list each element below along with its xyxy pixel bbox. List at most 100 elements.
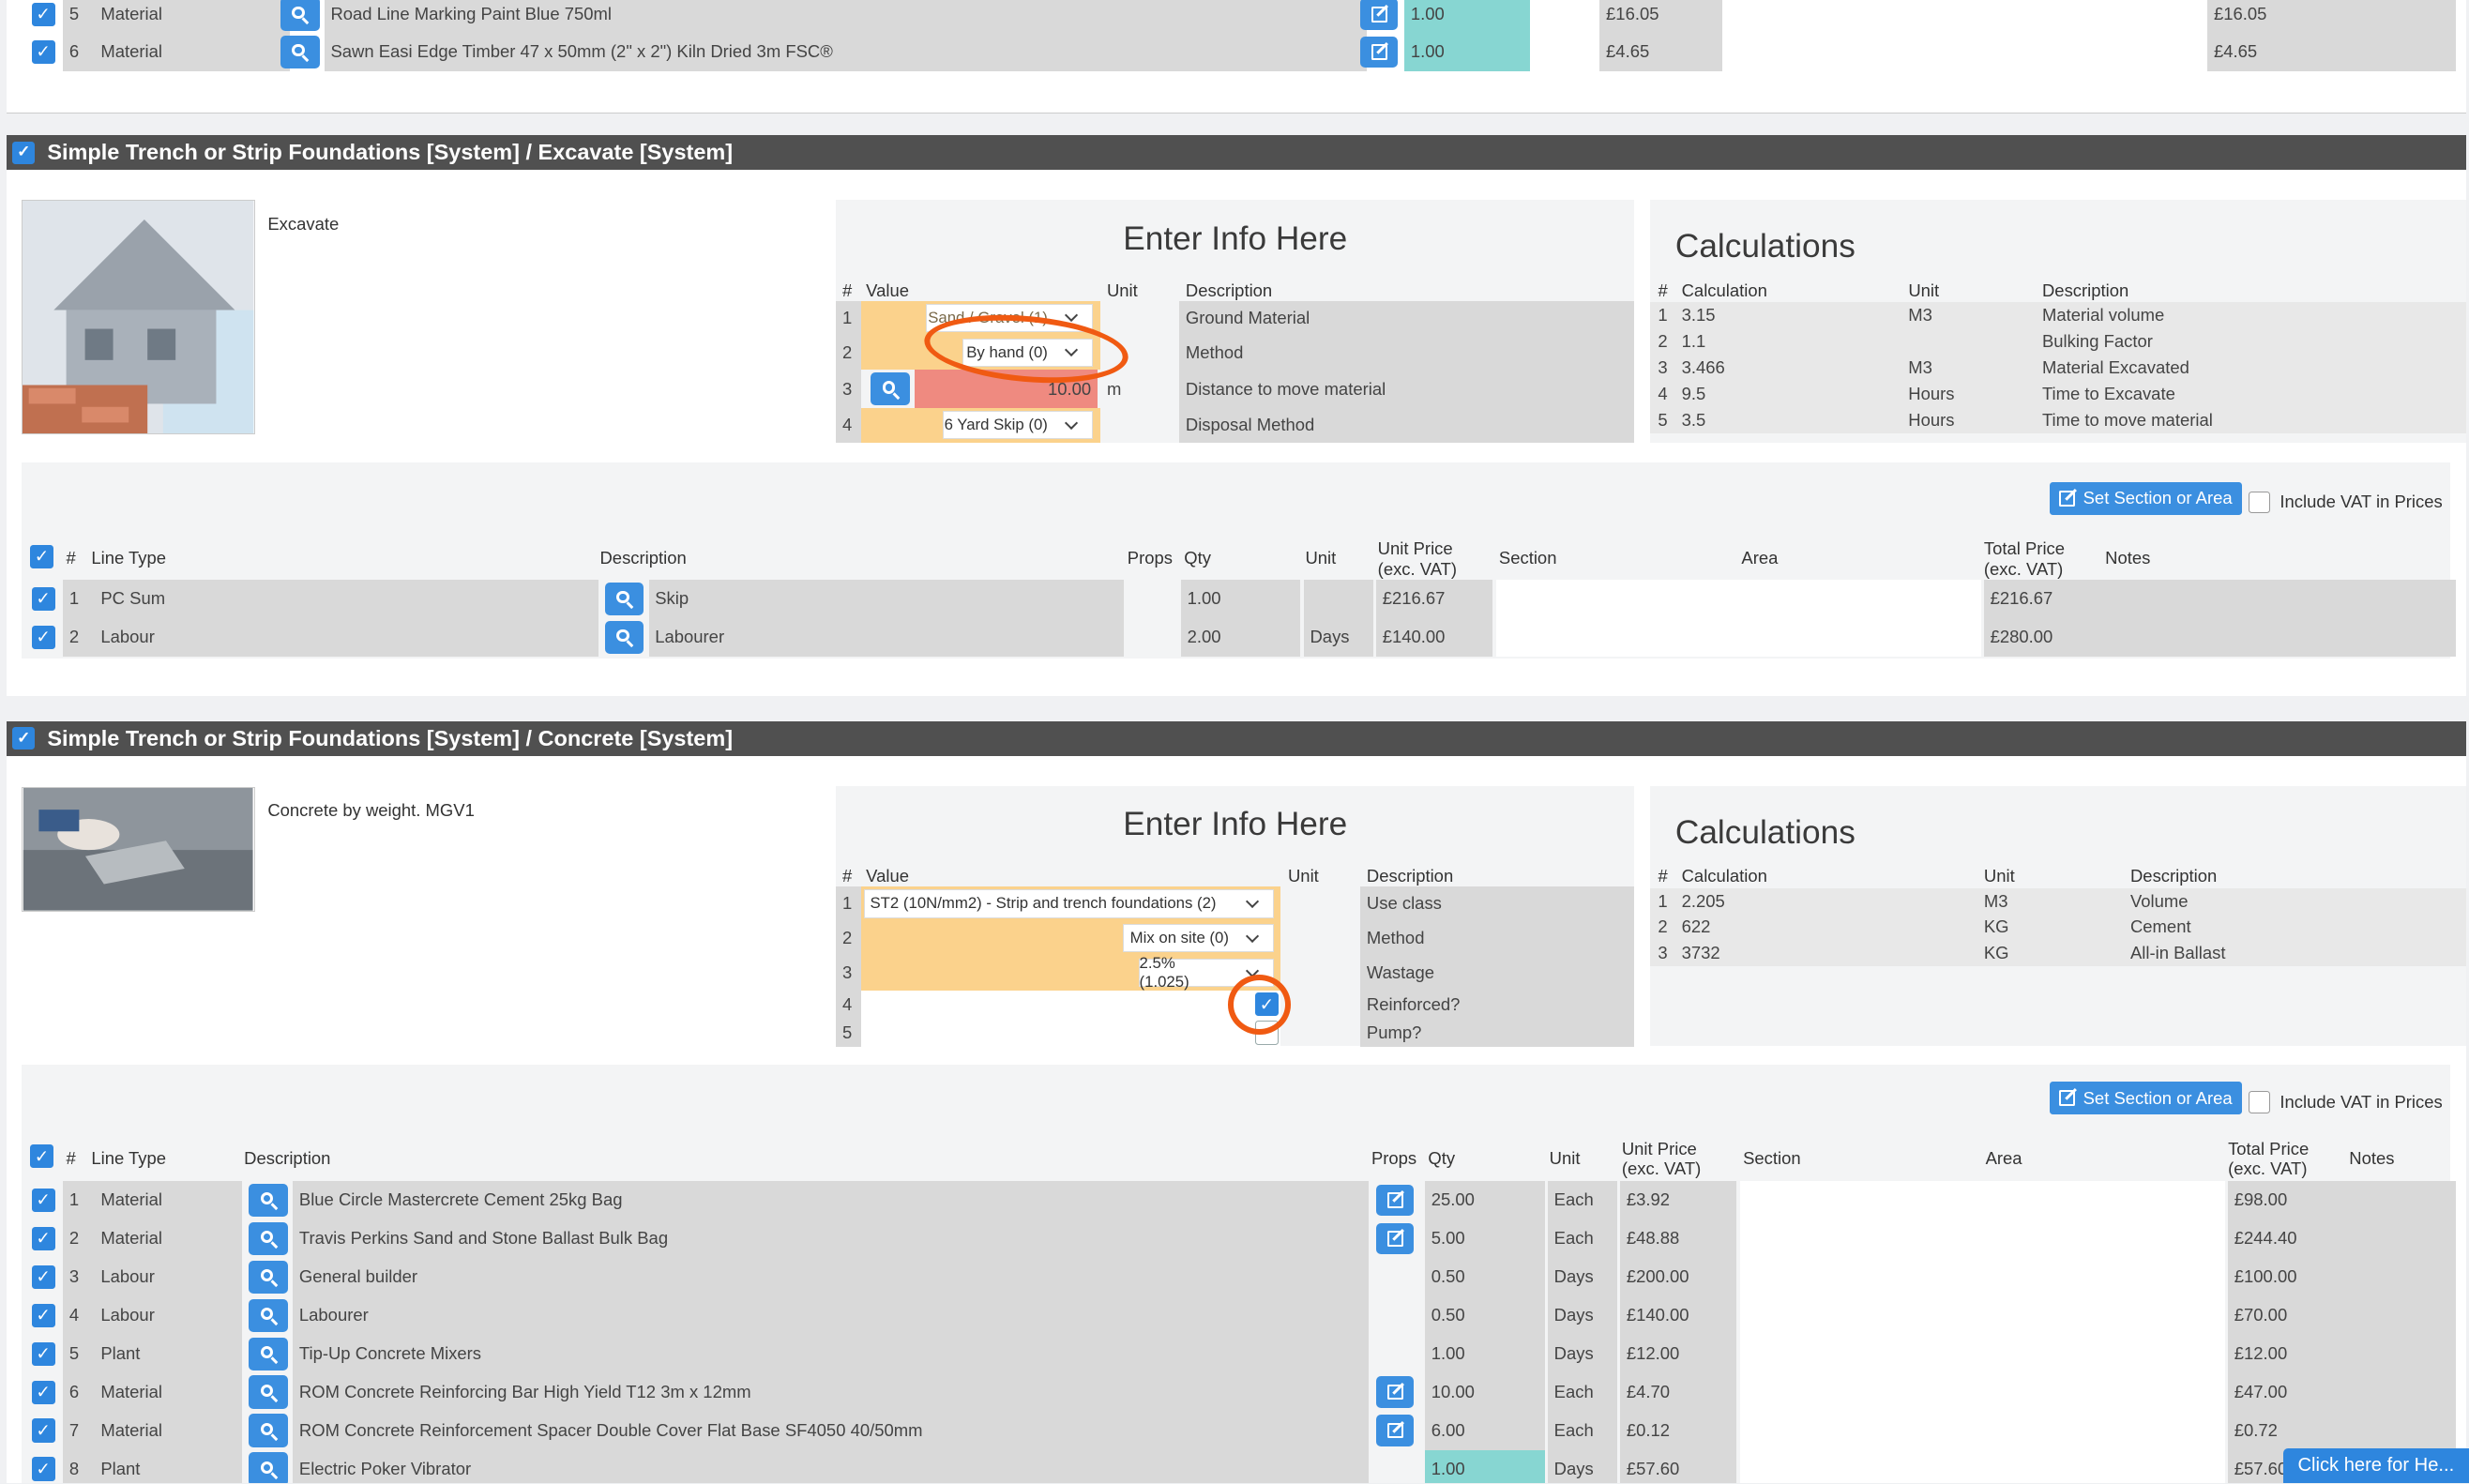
checkbox-icon[interactable]: ✓ — [31, 1264, 55, 1289]
checkbox-icon[interactable]: ✓ — [31, 586, 55, 611]
section-field[interactable] — [1739, 1295, 2225, 1335]
section-field[interactable] — [1739, 1219, 2225, 1258]
search-icon[interactable] — [604, 620, 644, 654]
line-description: Skip — [655, 588, 689, 609]
set-section-button[interactable]: Set Section or Area — [2050, 481, 2242, 515]
info-unit: m — [1106, 378, 1122, 399]
edit-icon[interactable] — [1375, 1415, 1415, 1446]
qty-field[interactable]: 0.50 — [1425, 1257, 1545, 1296]
search-icon[interactable] — [280, 35, 320, 68]
qty-field[interactable]: 1.00 — [1404, 33, 1531, 71]
unit-price: £57.60 — [1626, 1459, 1680, 1478]
checkbox-icon[interactable]: ✓ — [31, 1457, 55, 1481]
checkbox-icon[interactable]: ✓ — [31, 1303, 55, 1327]
disposal-select[interactable]: 6 Yard Skip (0) — [943, 411, 1093, 440]
unit-price: £200.00 — [1626, 1266, 1689, 1287]
edit-icon[interactable] — [1375, 1184, 1415, 1217]
checkbox-icon[interactable]: ✓ — [31, 625, 55, 649]
checkbox-icon[interactable] — [2248, 1091, 2271, 1113]
section-field[interactable] — [1739, 1372, 2225, 1412]
section-header[interactable]: ✓ Simple Trench or Strip Foundations [Sy… — [6, 720, 2466, 756]
search-icon[interactable] — [249, 1221, 289, 1255]
include-vat-toggle[interactable]: Include VAT in Prices — [2248, 1091, 2443, 1113]
line-description: ROM Concrete Reinforcement Spacer Double… — [298, 1420, 923, 1441]
section-field[interactable] — [1739, 1257, 2225, 1296]
search-icon[interactable] — [280, 0, 320, 31]
checkbox-icon[interactable]: ✓ — [31, 1188, 55, 1212]
edit-icon[interactable] — [1360, 36, 1399, 68]
qty-field[interactable]: 25.00 — [1425, 1180, 1545, 1219]
section-field[interactable] — [1495, 579, 1981, 618]
table-row: ✓ 6 Material Sawn Easi Edge Timber 47 x 5… — [25, 33, 2457, 71]
enter-info-panel: Enter Info Here # Value Unit Description… — [836, 785, 1635, 1048]
section-field[interactable] — [1495, 617, 1981, 657]
unit-price: £3.92 — [1626, 1189, 1671, 1210]
checkbox-icon[interactable] — [2248, 491, 2271, 514]
qty-field[interactable]: 2.00 — [1180, 617, 1301, 657]
edit-icon[interactable] — [1375, 1222, 1415, 1255]
col-header: (exc. VAT) — [1377, 558, 1458, 579]
checkbox-icon[interactable]: ✓ — [31, 1226, 55, 1250]
table-row: ✓ 1 Material Blue Circle Mastercrete Cement… — [25, 1180, 2457, 1219]
table-row: ✓ 2 Labour Labourer 2.00 Days £140.00 £28… — [25, 617, 2457, 657]
info-description: Distance to move material — [1185, 378, 1386, 399]
qty-field[interactable]: 1.00 — [1425, 1449, 1545, 1484]
checkbox-icon[interactable]: ✓ — [12, 727, 35, 750]
col-header: # — [841, 280, 853, 300]
edit-icon[interactable] — [1375, 1376, 1415, 1408]
col-header: Area — [1741, 548, 1779, 568]
help-button[interactable]: Click here for He... — [2282, 1448, 2469, 1484]
method-select[interactable]: Mix on site (0) — [1122, 924, 1274, 953]
search-icon[interactable] — [249, 1337, 289, 1370]
info-description: Pump? — [1366, 1022, 1422, 1043]
table-row: ✓ 1 PC Sum Skip 1.00 £216.67 £216.67 — [25, 579, 2457, 618]
col-header: Description — [2041, 280, 2129, 300]
qty-field[interactable]: 5.00 — [1425, 1219, 1545, 1258]
col-header: Qty — [1184, 548, 1211, 568]
checkbox-icon[interactable]: ✓ — [31, 2, 55, 26]
section-caption: Excavate — [267, 214, 340, 235]
checkbox-icon[interactable]: ✓ — [31, 1380, 55, 1404]
select-all-checkbox[interactable]: ✓ — [29, 1144, 54, 1169]
search-icon[interactable] — [249, 1260, 289, 1294]
col-header: Line Type — [91, 548, 167, 568]
include-vat-toggle[interactable]: Include VAT in Prices — [2248, 491, 2443, 514]
qty-field[interactable]: 10.00 — [1425, 1372, 1545, 1412]
search-icon[interactable] — [871, 371, 911, 406]
table-row: ✓ 6 Material ROM Concrete Reinforcing Bar H… — [25, 1372, 2457, 1412]
select-all-checkbox[interactable]: ✓ — [29, 544, 54, 568]
qty-field[interactable]: 0.50 — [1425, 1295, 1545, 1335]
qty-field[interactable]: 1.00 — [1425, 1334, 1545, 1373]
section-field[interactable] — [1739, 1411, 2225, 1450]
search-icon[interactable] — [249, 1183, 289, 1217]
concrete-photo — [22, 787, 255, 912]
search-icon[interactable] — [249, 1298, 289, 1332]
checkbox-icon[interactable]: ✓ — [31, 1418, 55, 1443]
checkbox-icon[interactable]: ✓ — [31, 39, 55, 64]
line-description: Electric Poker Vibrator — [298, 1459, 472, 1478]
edit-icon[interactable] — [1360, 0, 1399, 30]
col-header: Calculation — [1681, 280, 1767, 300]
qty-field[interactable]: 1.00 — [1180, 579, 1301, 618]
col-header: Section — [1743, 1147, 1801, 1168]
previous-section-panel: ✓ 5 Material Road Line Marking Paint Blue… — [6, 0, 2466, 114]
checkbox-icon[interactable]: ✓ — [12, 142, 35, 164]
search-icon[interactable] — [249, 1452, 289, 1484]
search-icon[interactable] — [249, 1414, 289, 1447]
set-section-button[interactable]: Set Section or Area — [2050, 1082, 2242, 1115]
section-header[interactable]: ✓ Simple Trench or Strip Foundations [Sy… — [6, 135, 2466, 171]
qty-field[interactable]: 6.00 — [1425, 1411, 1545, 1450]
search-icon[interactable] — [604, 582, 644, 615]
section-field[interactable] — [1739, 1180, 2225, 1219]
section-field[interactable] — [1739, 1449, 2225, 1484]
total-price: £0.72 — [2234, 1420, 2278, 1441]
checkbox-icon[interactable]: ✓ — [31, 1341, 55, 1366]
col-header: Props — [1127, 548, 1173, 568]
qty-field[interactable]: 1.00 — [1404, 0, 1531, 34]
search-icon[interactable] — [249, 1375, 289, 1409]
section-field[interactable] — [1739, 1334, 2225, 1373]
col-header: Total Price — [2228, 1138, 2310, 1158]
info-description: Use class — [1366, 893, 1442, 914]
use-class-select[interactable]: ST2 (10N/mm2) - Strip and trench foundat… — [864, 889, 1274, 918]
col-header: # — [66, 548, 76, 568]
